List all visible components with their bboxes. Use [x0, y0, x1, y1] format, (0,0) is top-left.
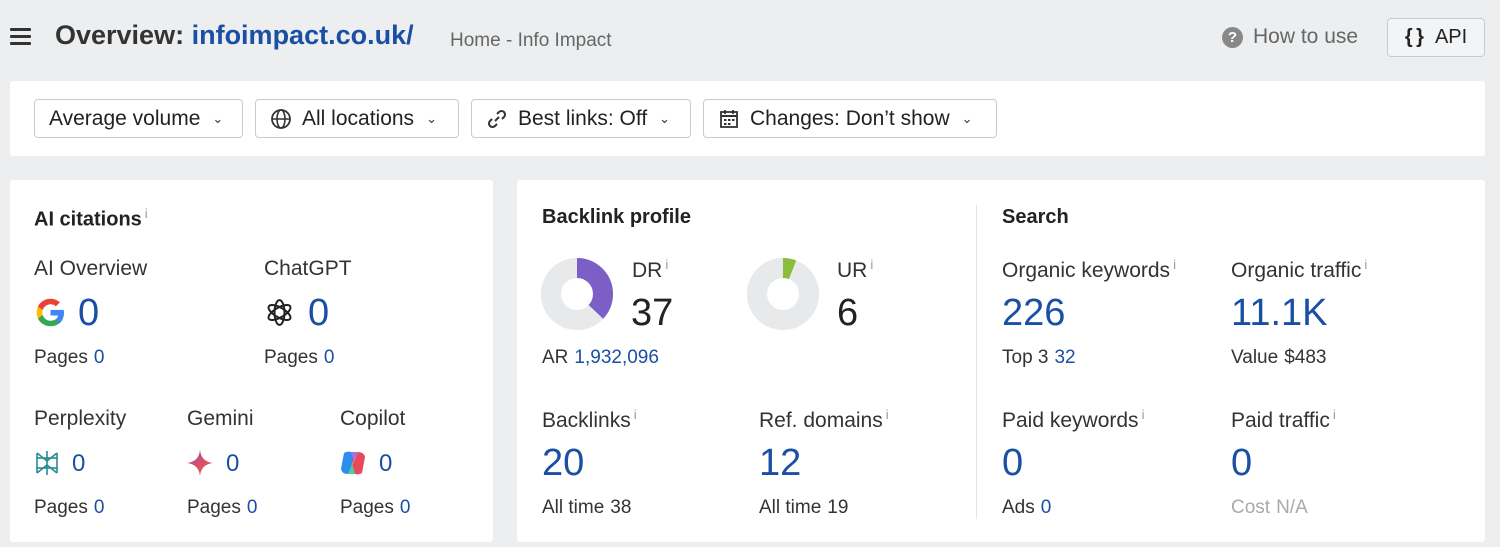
gemini-pages: Pages 0	[187, 497, 258, 518]
chevron-down-icon: ⌄	[659, 110, 671, 126]
ref-domains-value[interactable]: 12	[759, 444, 801, 482]
ref-domains-label: Ref. domains i	[759, 407, 889, 432]
copilot-pages: Pages 0	[340, 497, 411, 518]
gemini-icon	[187, 450, 213, 476]
organic-traffic-label: Organic traffic i	[1231, 257, 1368, 282]
chatgpt-label: ChatGPT	[264, 257, 352, 280]
menu-icon[interactable]	[10, 28, 31, 45]
paid-traffic-label: Paid traffic i	[1231, 407, 1336, 432]
backlinks-value[interactable]: 20	[542, 444, 584, 482]
paid-keywords-value[interactable]: 0	[1002, 444, 1023, 482]
calendar-icon	[720, 109, 738, 128]
paid-traffic-value[interactable]: 0	[1231, 444, 1252, 482]
braces-icon: { }	[1404, 26, 1424, 48]
section-divider	[976, 205, 977, 519]
paid-ads: Ads 0	[1002, 497, 1052, 518]
globe-icon	[271, 108, 291, 129]
backlinks-all-time: All time 38	[542, 497, 632, 518]
perplexity-pages: Pages 0	[34, 497, 105, 518]
search-title: Search	[1002, 206, 1069, 228]
info-icon[interactable]: i	[1364, 257, 1367, 272]
ur-donut-chart	[747, 258, 819, 330]
organic-keywords-value[interactable]: 226	[1002, 294, 1065, 332]
dr-value: 37	[631, 292, 674, 334]
info-icon[interactable]: i	[634, 407, 637, 422]
perplexity-value[interactable]: 0	[72, 452, 85, 476]
best-links-dropdown[interactable]: Best links: Off ⌄	[471, 99, 691, 138]
chevron-down-icon: ⌄	[961, 110, 973, 126]
page-title: Overview: infoimpact.co.uk/	[55, 20, 414, 50]
ai-overview-value[interactable]: 0	[78, 294, 99, 332]
info-icon[interactable]: i	[1142, 407, 1145, 422]
how-to-use-link[interactable]: ? How to use	[1222, 25, 1358, 49]
ai-citations-title: AI citations i	[34, 206, 148, 231]
locations-dropdown[interactable]: All locations ⌄	[255, 99, 459, 138]
backlinks-label: Backlinks i	[542, 407, 637, 432]
organic-keywords-label: Organic keywords i	[1002, 257, 1176, 282]
question-icon: ?	[1222, 26, 1243, 48]
link-icon	[487, 109, 507, 128]
organic-top3: Top 3 32	[1002, 347, 1076, 368]
info-icon[interactable]: i	[665, 257, 668, 272]
ai-overview-label: AI Overview	[34, 257, 148, 280]
changes-dropdown[interactable]: Changes: Don’t show ⌄	[703, 99, 997, 138]
ai-overview-pages: Pages 0	[34, 347, 105, 368]
organic-traffic-value-usd: Value $483	[1231, 347, 1327, 368]
copilot-icon	[341, 451, 365, 475]
copilot-value[interactable]: 0	[379, 452, 392, 476]
page-html-title: Home - Info Impact	[450, 30, 612, 51]
perplexity-icon	[36, 451, 58, 475]
gemini-label: Gemini	[187, 407, 254, 430]
chatgpt-pages: Pages 0	[264, 347, 335, 368]
backlink-profile-title: Backlink profile	[542, 206, 691, 228]
ur-value: 6	[837, 292, 859, 334]
info-icon[interactable]: i	[1173, 257, 1176, 272]
paid-keywords-label: Paid keywords i	[1002, 407, 1145, 432]
backlink-search-card	[517, 180, 1485, 542]
info-icon[interactable]: i	[886, 407, 889, 422]
chatgpt-icon	[267, 299, 292, 326]
info-icon[interactable]: i	[870, 257, 873, 272]
api-button[interactable]: { } API	[1387, 18, 1485, 57]
info-icon[interactable]: i	[1333, 407, 1336, 422]
dr-label: DR i	[632, 257, 669, 282]
chevron-down-icon: ⌄	[426, 110, 437, 126]
gemini-value[interactable]: 0	[226, 452, 239, 476]
ref-domains-all-time: All time 19	[759, 497, 849, 518]
ar-rank: AR 1,932,096	[542, 347, 659, 368]
paid-cost: Cost N/A	[1231, 497, 1308, 518]
filter-bar: Average volume ⌄ All locations ⌄ Best li…	[10, 81, 1485, 156]
copilot-label: Copilot	[340, 407, 406, 430]
target-domain-link[interactable]: infoimpact.co.uk/	[192, 20, 414, 50]
chatgpt-value[interactable]: 0	[308, 294, 329, 332]
organic-traffic-value[interactable]: 11.1K	[1231, 294, 1327, 332]
perplexity-label: Perplexity	[34, 407, 127, 430]
chevron-down-icon: ⌄	[212, 110, 224, 126]
ur-label: UR i	[837, 257, 874, 282]
dr-donut-chart	[541, 258, 613, 330]
volume-dropdown[interactable]: Average volume ⌄	[34, 99, 243, 138]
google-icon	[36, 298, 64, 327]
info-icon[interactable]: i	[145, 206, 148, 221]
